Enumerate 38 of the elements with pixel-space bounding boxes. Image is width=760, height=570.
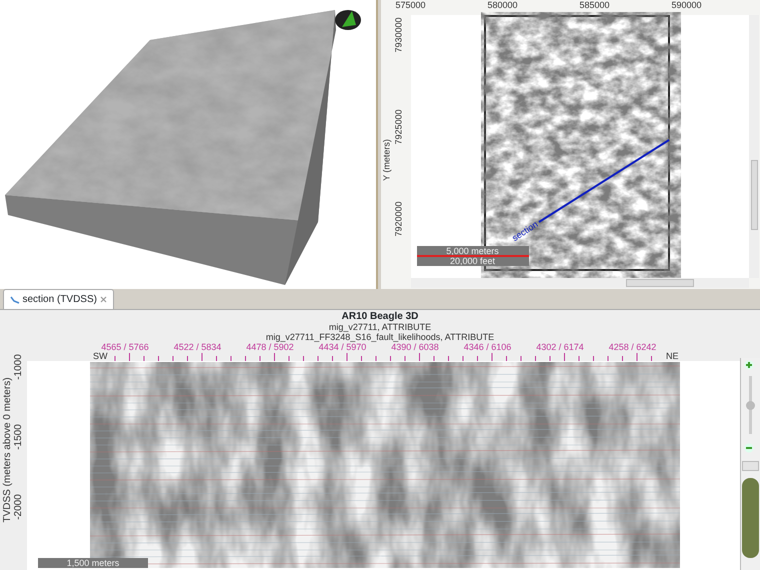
scroll-up-button[interactable]	[742, 461, 759, 471]
trace-label: 4565 / 5766	[101, 343, 149, 352]
trace-label: 4434 / 5970	[318, 343, 366, 352]
axis-tick-label: 590000	[671, 1, 702, 10]
direction-label: SW	[93, 352, 108, 361]
axis-tick-label: 7925000	[394, 109, 403, 145]
trace-label: 4478 / 5902	[246, 343, 294, 352]
trace-label: 4258 / 6242	[608, 343, 656, 352]
axis-tick-label: -2000	[14, 494, 24, 520]
trace-label: 4522 / 5834	[174, 343, 222, 352]
close-icon[interactable]	[100, 296, 107, 303]
axis-tick-label: -1500	[14, 424, 24, 450]
axis-label: Y (meters)	[382, 139, 391, 181]
zoom-in-icon[interactable]	[744, 360, 756, 372]
trace-label: 4346 / 6106	[464, 343, 512, 352]
axis-tick-label: -1000	[14, 354, 24, 380]
chart-title: AR10 Beagle 3D	[342, 312, 418, 322]
view-tab[interactable]: section (TVDSS)	[2, 289, 114, 309]
axis-tick-label: 575000	[395, 1, 426, 10]
axis-tick-label: 585000	[579, 1, 610, 10]
axis-tick-label: 7930000	[394, 17, 403, 53]
compass-icon[interactable]	[335, 10, 361, 30]
section-line[interactable]	[538, 139, 670, 223]
scrollbar-thumb[interactable]	[626, 279, 694, 287]
trace-label: 4390 / 6038	[391, 343, 439, 352]
scale-bar-label: 1,500 meters	[38, 558, 148, 568]
axis-tick-label: 580000	[487, 1, 518, 10]
direction-label: NE	[666, 352, 679, 361]
zoom-slider[interactable]	[749, 376, 752, 434]
axis-tick-label: 7920000	[394, 201, 403, 237]
zoom-out-icon[interactable]	[744, 443, 756, 455]
trace-label: 4302 / 6174	[536, 343, 584, 352]
section-icon	[10, 295, 20, 304]
axis-label: TVDSS (meters above 0 meters)	[3, 377, 13, 523]
scrollbar-thumb[interactable]	[750, 160, 758, 230]
chart-subtitle: mig_v27711, ATTRIBUTE	[328, 323, 432, 332]
chart-subtitle: mig_v27711_FF3248_S16_fault_likelihoods, ATTRIBUTE	[266, 333, 494, 342]
scrollbar-thumb[interactable]	[742, 478, 759, 558]
